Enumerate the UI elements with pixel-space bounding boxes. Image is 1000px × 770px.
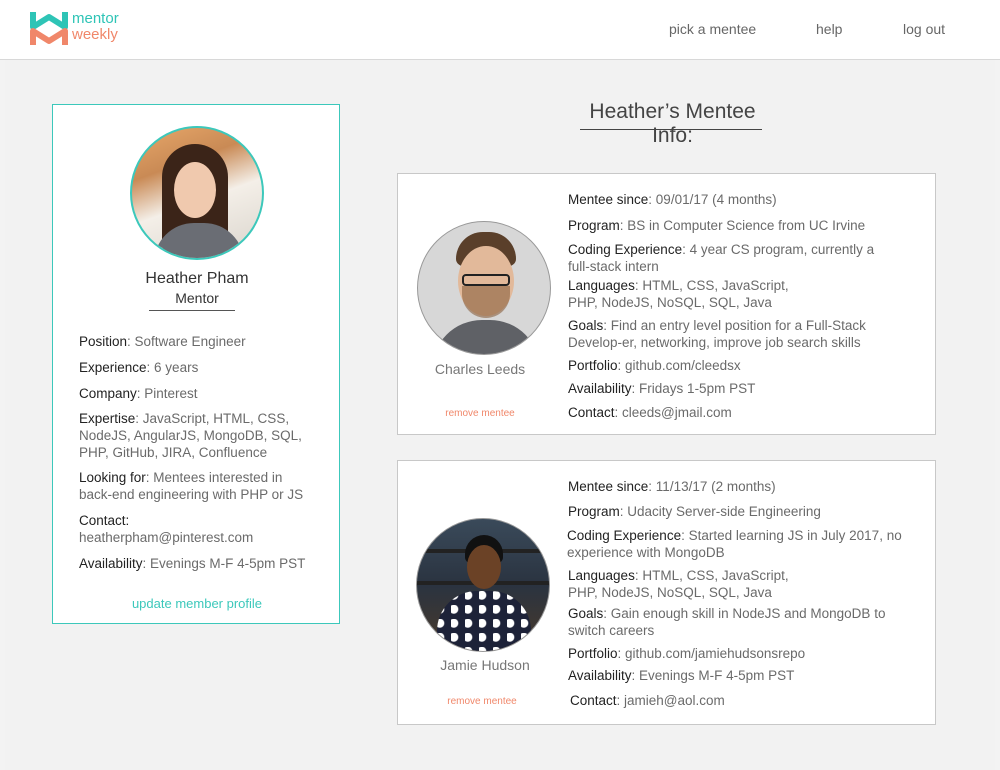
mentee-since: Mentee since: 09/01/17 (4 months) <box>568 192 777 207</box>
nav-help[interactable]: help <box>816 21 842 37</box>
mentee-coding-experience: Coding Experience: Started learning JS i… <box>567 528 902 560</box>
mentor-avatar <box>130 126 264 260</box>
mentee-availability: Availability: Evenings M-F 4-5pm PST <box>568 668 795 683</box>
brand-logo[interactable]: mentor weekly <box>30 9 150 49</box>
mentee-languages: Languages: HTML, CSS, JavaScript, PHP, N… <box>568 568 789 600</box>
brand-line-1: mentor <box>72 10 119 27</box>
title-underline <box>580 129 762 130</box>
brand-wordmark: mentor weekly <box>72 11 119 43</box>
mentee-contact: Contact: cleeds@jmail.com <box>568 405 732 420</box>
mentor-profile-card: Heather Pham Mentor Position: Software E… <box>52 104 340 624</box>
remove-mentee-link[interactable]: remove mentee <box>402 696 562 707</box>
mentee-goals: Goals: Gain enough skill in NodeJS and M… <box>568 606 886 638</box>
mentor-role: Mentor <box>175 290 219 306</box>
mentor-experience: Experience: 6 years <box>79 360 199 375</box>
mentee-program: Program: BS in Computer Science from UC … <box>568 218 866 233</box>
remove-mentee-link[interactable]: remove mentee <box>400 408 560 419</box>
mentee-portfolio: Portfolio: github.com/cleedsx <box>568 358 741 373</box>
divider <box>149 310 235 311</box>
update-member-profile-link[interactable]: update member profile <box>53 596 341 611</box>
mentor-position: Position: Software Engineer <box>79 334 246 349</box>
nav-log-out[interactable]: log out <box>903 21 945 37</box>
top-navigation-bar: mentor weekly pick a mentee help log out <box>0 0 1000 60</box>
mentee-coding-experience: Coding Experience: 4 year CS program, cu… <box>568 242 875 274</box>
mentee-name: Jamie Hudson <box>440 657 530 673</box>
page-title: Heather’s Mentee Info: <box>589 100 756 147</box>
mentee-program: Program: Udacity Server-side Engineering <box>568 504 821 519</box>
mentor-weekly-logo-icon <box>30 12 68 45</box>
mentee-goals: Goals: Find an entry level position for … <box>568 318 866 350</box>
mentor-company: Company: Pinterest <box>79 386 198 401</box>
mentee-since: Mentee since: 11/13/17 (2 months) <box>568 479 776 494</box>
mentee-portfolio: Portfolio: github.com/jamiehudsonsrepo <box>568 646 806 661</box>
mentee-languages: Languages: HTML, CSS, JavaScript, PHP, N… <box>568 278 789 310</box>
mentor-availability: Availability: Evenings M-F 4-5pm PST <box>79 556 306 571</box>
mentee-name: Charles Leeds <box>434 361 526 377</box>
mentee-card: Charles Leeds remove mentee Mentee since… <box>397 173 936 435</box>
mentee-avatar <box>417 221 551 355</box>
mentee-availability: Availability: Fridays 1-5pm PST <box>568 381 756 396</box>
mentee-avatar <box>416 518 550 652</box>
mentor-looking-for: Looking for: Mentees interested in back-… <box>79 470 304 502</box>
mentor-name: Heather Pham <box>145 270 249 287</box>
brand-line-2: weekly <box>72 26 118 43</box>
mentor-expertise: Expertise: JavaScript, HTML, CSS, NodeJS… <box>79 411 302 460</box>
mentor-contact: Contact: heatherpham@pinterest.com <box>79 513 254 545</box>
mentee-contact: Contact: jamieh@aol.com <box>570 693 725 708</box>
nav-pick-a-mentee[interactable]: pick a mentee <box>669 21 756 37</box>
mentee-card: Jamie Hudson remove mentee Mentee since:… <box>397 460 936 725</box>
